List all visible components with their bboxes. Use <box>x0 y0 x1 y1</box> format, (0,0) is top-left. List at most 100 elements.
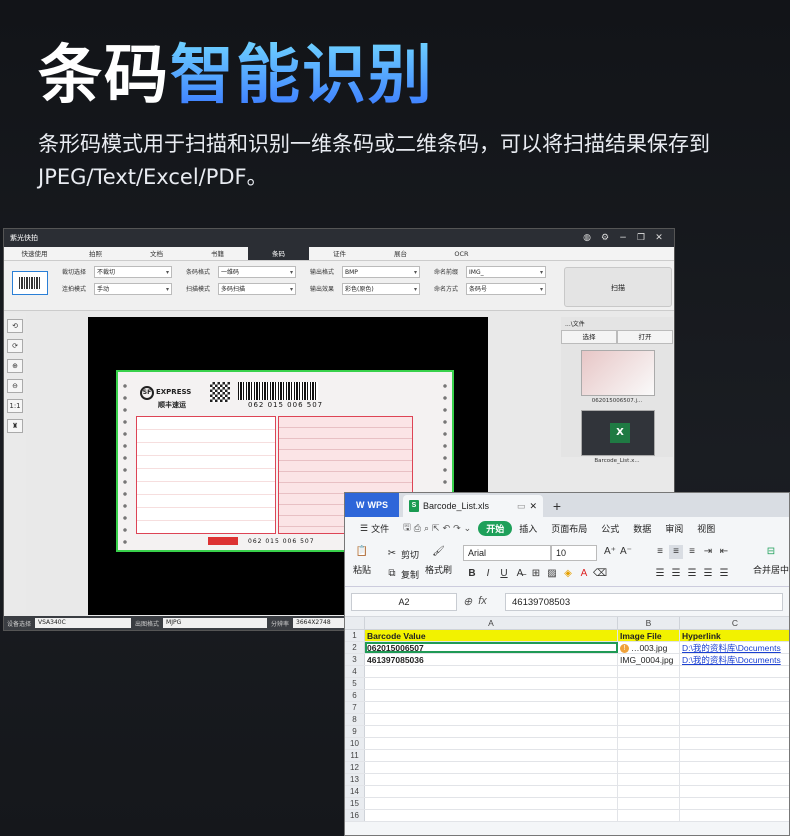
rotate-left-icon[interactable]: ⟲ <box>7 319 23 333</box>
align-top-icon[interactable]: ≡ <box>653 545 667 559</box>
italic-icon[interactable]: I <box>481 567 495 581</box>
table-cell[interactable] <box>680 714 789 725</box>
device-select[interactable]: VSA340C <box>35 618 132 628</box>
menu-review[interactable]: 审阅 <box>658 522 690 535</box>
row-number[interactable]: 2 <box>345 642 365 653</box>
table-cell[interactable] <box>680 798 789 809</box>
barcode-format-select[interactable]: 一维码 <box>218 265 296 278</box>
cut-button[interactable]: ✂ 剪切 <box>385 547 419 561</box>
out-format-select[interactable]: BMP <box>342 265 420 278</box>
tab-book[interactable]: 书籍 <box>187 247 248 260</box>
table-cell[interactable] <box>365 810 618 821</box>
wps-home-tab[interactable]: W WPS <box>345 493 399 517</box>
cell-b2[interactable]: ! …003.jpg <box>618 642 680 653</box>
close-icon[interactable]: ✕ <box>650 233 668 243</box>
tab-ocr[interactable]: OCR <box>431 247 492 260</box>
menu-home[interactable]: 开始 <box>478 520 513 536</box>
table-cell[interactable] <box>365 786 618 797</box>
tab-booth[interactable]: 展台 <box>370 247 431 260</box>
cell-c3[interactable]: D:\我的资料库\Documents <box>680 654 789 665</box>
stamp-icon[interactable]: ♜ <box>7 419 23 433</box>
table-cell[interactable] <box>365 798 618 809</box>
table-cell[interactable] <box>618 750 680 761</box>
font-name-select[interactable]: Arial <box>463 545 551 561</box>
outdent-icon[interactable]: ⇤ <box>717 545 731 559</box>
table-cell[interactable] <box>680 726 789 737</box>
indent-icon[interactable]: ⇥ <box>701 545 715 559</box>
table-cell[interactable] <box>618 786 680 797</box>
distribute-icon[interactable]: ☰ <box>717 567 731 581</box>
table-cell[interactable] <box>680 690 789 701</box>
cell-a1[interactable]: Barcode Value <box>365 630 618 641</box>
format-painter-button[interactable]: 🖌 格式刷 <box>425 545 452 576</box>
table-cell[interactable] <box>618 810 680 821</box>
formula-input[interactable]: 46139708503 <box>505 592 783 611</box>
row-number[interactable]: 11 <box>345 750 365 761</box>
globe-icon[interactable]: ◍ <box>578 233 596 243</box>
menu-formula[interactable]: 公式 <box>594 522 626 535</box>
align-right-icon[interactable]: ☰ <box>685 567 699 581</box>
table-cell[interactable] <box>680 810 789 821</box>
warning-icon[interactable]: ! <box>620 644 629 653</box>
zoom-in-icon[interactable]: ⊕ <box>7 359 23 373</box>
column-header-b[interactable]: B <box>618 617 680 629</box>
table-cell[interactable] <box>365 666 618 677</box>
row-number[interactable]: 5 <box>345 678 365 689</box>
format-select[interactable]: MJPG <box>163 618 268 628</box>
row-number[interactable]: 16 <box>345 810 365 821</box>
customize-icon[interactable]: ⌄ <box>464 523 472 534</box>
preview-icon[interactable]: ⌕ <box>424 523 429 534</box>
table-cell[interactable] <box>365 726 618 737</box>
export-icon[interactable]: ⇱ <box>432 523 440 534</box>
table-cell[interactable] <box>618 702 680 713</box>
table-cell[interactable] <box>680 678 789 689</box>
table-cell[interactable] <box>365 774 618 785</box>
table-cell[interactable] <box>618 762 680 773</box>
row-number[interactable]: 10 <box>345 738 365 749</box>
tab-document[interactable]: 文档 <box>126 247 187 260</box>
row-number[interactable]: 1 <box>345 630 365 641</box>
row-number[interactable]: 7 <box>345 702 365 713</box>
table-cell[interactable] <box>365 714 618 725</box>
table-cell[interactable] <box>618 678 680 689</box>
zoom-out-icon[interactable]: ⊖ <box>7 379 23 393</box>
table-cell[interactable] <box>680 774 789 785</box>
table-cell[interactable] <box>618 714 680 725</box>
zoom-formula-icon[interactable]: ⊕ <box>463 595 472 608</box>
table-cell[interactable] <box>680 702 789 713</box>
table-cell[interactable] <box>680 738 789 749</box>
table-cell[interactable] <box>618 690 680 701</box>
table-cell[interactable] <box>365 762 618 773</box>
tab-photo[interactable]: 拍照 <box>65 247 126 260</box>
table-cell[interactable] <box>680 762 789 773</box>
cell-a3[interactable]: 461397085036 <box>365 654 618 665</box>
menu-page-layout[interactable]: 页面布局 <box>544 522 594 535</box>
tab-id[interactable]: 证件 <box>309 247 370 260</box>
table-cell[interactable] <box>680 750 789 761</box>
table-cell[interactable] <box>618 726 680 737</box>
output-excel-thumb[interactable]: X <box>581 410 655 456</box>
actual-size-icon[interactable]: 1:1 <box>7 399 23 413</box>
justify-icon[interactable]: ☰ <box>701 567 715 581</box>
name-prefix-input[interactable]: IMG_ <box>466 265 546 278</box>
tab-close-icon[interactable]: ✕ <box>529 501 537 512</box>
cell-a2[interactable]: 062015006507 <box>365 642 618 653</box>
save-icon[interactable]: 🖫 <box>403 520 411 536</box>
row-number[interactable]: 6 <box>345 690 365 701</box>
gear-icon[interactable]: ⚙ <box>596 233 614 243</box>
paste-button[interactable]: 📋 粘贴 <box>353 545 371 576</box>
table-cell[interactable] <box>618 798 680 809</box>
output-image-thumb[interactable] <box>581 350 655 396</box>
underline-icon[interactable]: U <box>497 567 511 581</box>
row-number[interactable]: 4 <box>345 666 365 677</box>
table-cell[interactable] <box>365 702 618 713</box>
undo-icon[interactable]: ↶ <box>443 523 451 534</box>
align-middle-icon[interactable]: ≡ <box>669 545 683 559</box>
rotate-right-icon[interactable]: ⟳ <box>7 339 23 353</box>
cell-b1[interactable]: Image File <box>618 630 680 641</box>
out-effect-select[interactable]: 彩色(原色) <box>342 282 420 295</box>
name-box[interactable]: A2 <box>351 592 457 611</box>
redo-icon[interactable]: ↷ <box>453 523 461 534</box>
row-number[interactable]: 14 <box>345 786 365 797</box>
table-cell[interactable] <box>680 666 789 677</box>
